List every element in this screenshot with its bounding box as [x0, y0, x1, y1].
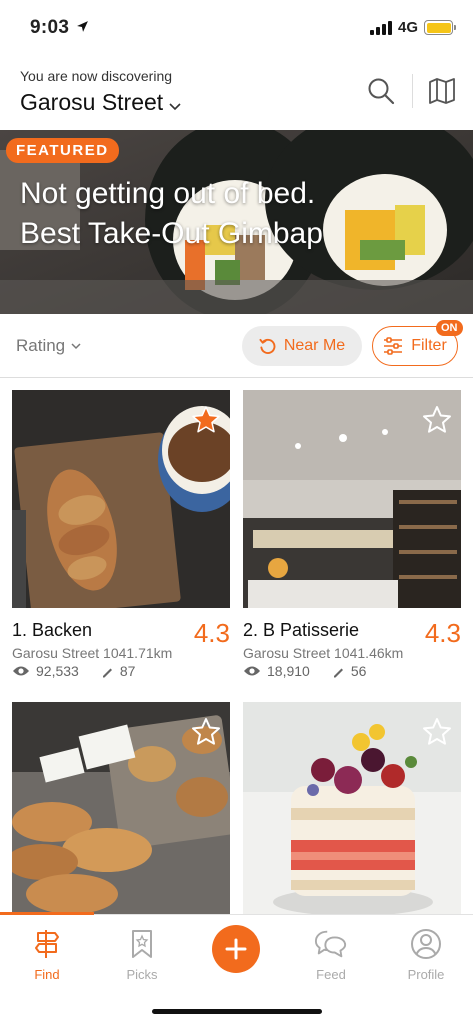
location-name: Garosu Street: [20, 89, 164, 115]
place-name: 1. Backen: [12, 620, 93, 640]
tab-feed[interactable]: Feed: [291, 927, 371, 982]
tab-profile-label: Profile: [407, 967, 445, 982]
tab-picks[interactable]: Picks: [102, 927, 182, 982]
sort-label: Rating: [16, 336, 66, 355]
place-stats: 92,533 87: [12, 663, 135, 679]
signpost-icon: [30, 927, 64, 961]
place-card-4[interactable]: [243, 702, 461, 914]
battery-icon: [424, 20, 456, 35]
pencil-icon: [333, 668, 343, 677]
tab-find[interactable]: Find: [7, 927, 87, 982]
reviews-count: 87: [119, 663, 136, 679]
reviews-count: 56: [350, 663, 367, 679]
eye-icon: [13, 666, 29, 676]
network-type: 4G: [397, 19, 418, 36]
eye-icon: [244, 666, 260, 676]
search-icon: [368, 78, 395, 105]
filter-on-badge: ON: [436, 320, 463, 336]
home-indicator: [152, 1009, 322, 1014]
header-divider: [412, 74, 413, 108]
chevron-down-icon: [71, 342, 81, 349]
refresh-icon: [259, 338, 276, 354]
plus-icon: [225, 938, 247, 960]
tab-bar: Find Picks Feed Profile: [0, 912, 473, 1024]
filter-bar: Rating Near Me Filter ON: [0, 314, 473, 378]
location-selector[interactable]: Garosu Street: [20, 88, 181, 117]
location-arrow-icon: [76, 20, 89, 38]
chevron-down-icon: [169, 90, 181, 117]
profile-icon: [409, 927, 443, 961]
tab-picks-label: Picks: [126, 967, 158, 982]
add-button[interactable]: [212, 925, 260, 973]
place-rating: 4.3: [193, 618, 230, 648]
featured-banner[interactable]: FEATURED Not getting out of bed. Best Ta…: [0, 130, 473, 314]
place-name: 2. B Patisserie: [243, 620, 360, 640]
filter-label: Filter: [411, 337, 447, 354]
featured-badge: FEATURED: [6, 138, 119, 163]
scroll-progress: [0, 912, 94, 915]
place-card-3[interactable]: [12, 702, 230, 914]
views-count: 92,533: [36, 663, 79, 679]
map-icon: [429, 78, 455, 104]
star-icon[interactable]: [190, 404, 222, 436]
sort-dropdown[interactable]: Rating: [16, 336, 81, 356]
status-time: 9:03: [30, 17, 70, 38]
map-button[interactable]: [427, 75, 457, 107]
tab-feed-label: Feed: [316, 967, 346, 982]
near-me-button[interactable]: Near Me: [242, 326, 362, 366]
pencil-icon: [102, 668, 112, 677]
bookmark-icon: [125, 927, 159, 961]
place-address: Garosu Street 1041.46km: [243, 645, 404, 661]
signal-icon: [369, 20, 392, 35]
status-bar: 9:03 4G: [0, 0, 473, 58]
featured-title: Not getting out of bed. Best Take-Out Gi…: [20, 177, 323, 250]
chat-bubbles-icon: [314, 927, 348, 961]
place-rating: 4.3: [424, 618, 461, 648]
views-count: 18,910: [267, 663, 310, 679]
place-stats: 18,910 56: [243, 663, 366, 679]
place-address: Garosu Street 1041.71km: [12, 645, 173, 661]
discover-label: You are now discovering: [20, 68, 173, 84]
sliders-icon: [384, 337, 403, 355]
star-outline-icon[interactable]: [190, 716, 222, 748]
tab-find-label: Find: [34, 967, 60, 982]
near-me-label: Near Me: [283, 337, 346, 354]
header: You are now discovering Garosu Street: [0, 58, 473, 130]
star-outline-icon[interactable]: [421, 716, 453, 748]
star-outline-icon[interactable]: [421, 404, 453, 436]
search-button[interactable]: [366, 75, 396, 107]
tab-profile[interactable]: Profile: [386, 927, 466, 982]
